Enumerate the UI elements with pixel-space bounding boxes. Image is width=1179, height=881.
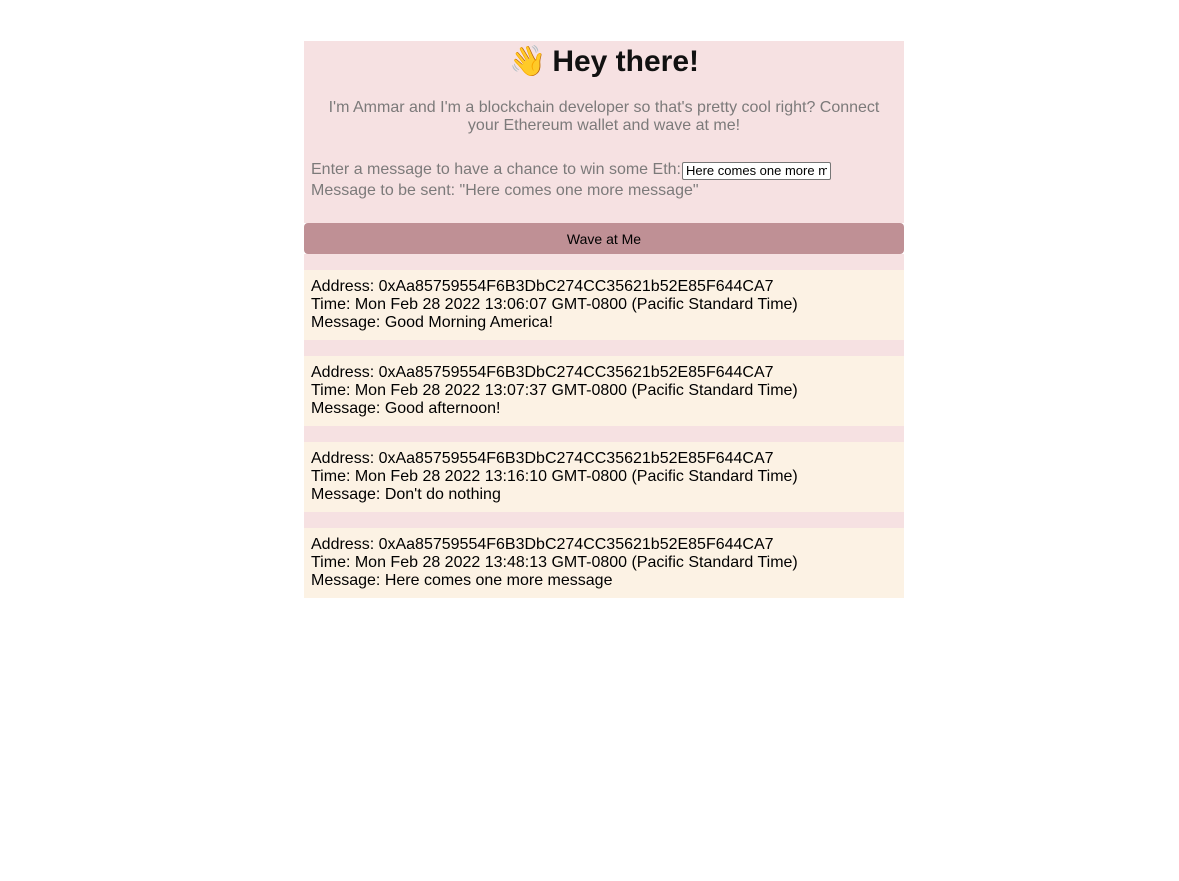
wave-divider (304, 254, 904, 270)
message-input[interactable] (681, 161, 831, 180)
message-input-row: Enter a message to have a chance to win … (311, 159, 897, 180)
message-form: Enter a message to have a chance to win … (304, 159, 904, 201)
wave-address: Address: 0xAa85759554F6B3DbC274CC35621b5… (311, 364, 774, 381)
wave-address: Address: 0xAa85759554F6B3DbC274CC35621b5… (311, 536, 774, 553)
wave-button[interactable]: Wave at Me (304, 223, 904, 254)
wave-list: Address: 0xAa85759554F6B3DbC274CC35621b5… (304, 254, 904, 598)
message-input-label: Enter a message to have a chance to win … (311, 161, 681, 178)
wave-time: Time: Mon Feb 28 2022 13:16:10 GMT-0800 … (311, 468, 798, 485)
wave-time: Time: Mon Feb 28 2022 13:07:37 GMT-0800 … (311, 382, 798, 399)
page-title-text: Hey there! (552, 45, 700, 78)
wave-card: Address: 0xAa85759554F6B3DbC274CC35621b5… (304, 442, 904, 512)
intro-panel: 👋 Hey there! I'm Ammar and I'm a blockch… (304, 41, 904, 223)
wave-card: Address: 0xAa85759554F6B3DbC274CC35621b5… (304, 356, 904, 426)
wave-card: Address: 0xAa85759554F6B3DbC274CC35621b5… (304, 528, 904, 598)
message-preview-prefix: Message to be sent: " (311, 182, 466, 199)
wave-message: Message: Good Morning America! (311, 314, 553, 331)
message-preview: Message to be sent: "Here comes one more… (311, 180, 897, 201)
wave-message: Message: Here comes one more message (311, 572, 613, 589)
main-container: 👋 Hey there! I'm Ammar and I'm a blockch… (304, 41, 904, 598)
wave-card: Address: 0xAa85759554F6B3DbC274CC35621b5… (304, 270, 904, 340)
message-preview-suffix: " (692, 182, 699, 199)
wave-time: Time: Mon Feb 28 2022 13:06:07 GMT-0800 … (311, 296, 798, 313)
page-title: 👋 Hey there! (304, 41, 904, 83)
wave-divider (304, 426, 904, 442)
wave-message: Message: Don't do nothing (311, 486, 501, 503)
wave-address: Address: 0xAa85759554F6B3DbC274CC35621b5… (311, 278, 774, 295)
waving-hand-icon: 👋 (508, 44, 547, 78)
wave-divider (304, 340, 904, 356)
wave-message: Message: Good afternoon! (311, 400, 501, 417)
wave-divider (304, 512, 904, 528)
wave-address: Address: 0xAa85759554F6B3DbC274CC35621b5… (311, 450, 774, 467)
message-preview-value: Here comes one more message (465, 182, 693, 199)
wave-time: Time: Mon Feb 28 2022 13:48:13 GMT-0800 … (311, 554, 798, 571)
bio-text: I'm Ammar and I'm a blockchain developer… (328, 99, 880, 134)
